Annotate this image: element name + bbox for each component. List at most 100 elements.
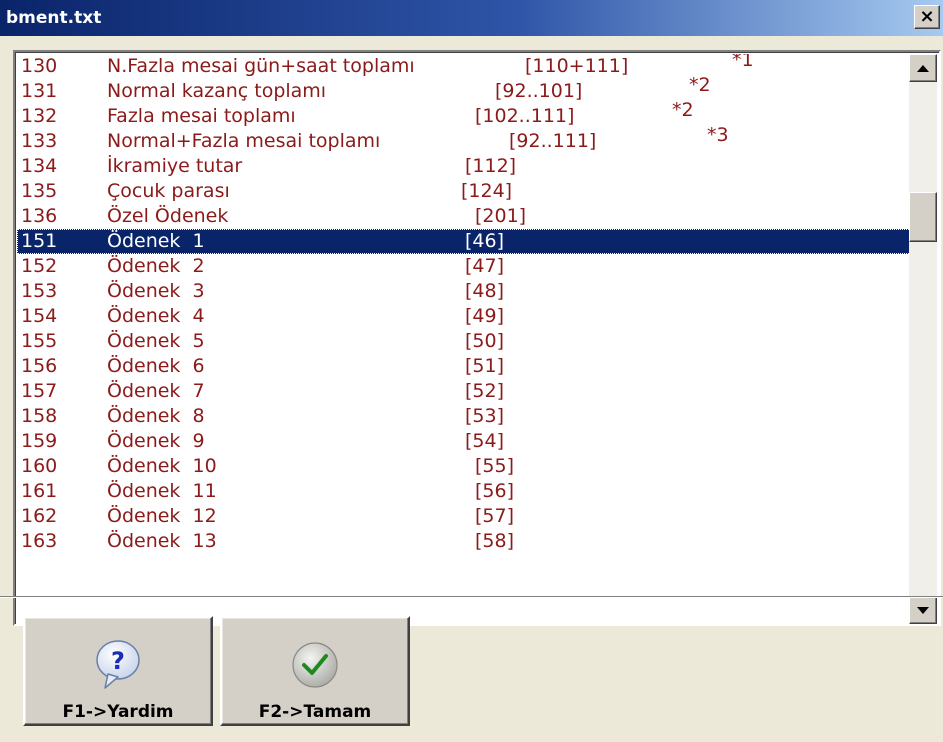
help-button-label: F1->Yardim xyxy=(62,702,174,722)
item-note: *3 xyxy=(707,124,729,146)
list-item[interactable]: 156 Ödenek 6 [51] xyxy=(17,354,911,379)
help-button[interactable]: ? F1->Yardim xyxy=(23,616,213,726)
item-code: 160 xyxy=(21,455,58,477)
ok-button[interactable]: F2->Tamam xyxy=(220,616,410,726)
close-icon: × xyxy=(919,6,935,27)
item-reference: [112] xyxy=(465,155,517,177)
item-code: 156 xyxy=(21,355,58,377)
divider xyxy=(0,596,943,598)
arrow-up-icon xyxy=(917,64,929,72)
item-reference: [46] xyxy=(465,230,505,252)
item-name: Ödenek 4 xyxy=(107,305,205,327)
item-note: *2 xyxy=(689,74,711,96)
item-reference: [58] xyxy=(475,530,515,552)
arrow-down-icon xyxy=(917,606,929,614)
checkmark-icon xyxy=(288,638,342,692)
item-code: 151 xyxy=(21,230,58,252)
list-item[interactable]: 158 Ödenek 8 [53] xyxy=(17,404,911,429)
item-code: 131 xyxy=(21,80,58,102)
title-bar: bment.txt × xyxy=(0,0,943,36)
item-note: *1 xyxy=(732,54,754,71)
scroll-down-button[interactable] xyxy=(909,596,937,624)
item-name: Ödenek 3 xyxy=(107,280,205,302)
svg-text:?: ? xyxy=(111,647,125,675)
list-item[interactable]: 163 Ödenek 13 [58] xyxy=(17,529,911,554)
item-code: 159 xyxy=(21,430,58,452)
item-code: 157 xyxy=(21,380,58,402)
item-reference: [92..111] xyxy=(509,130,597,152)
item-reference: [51] xyxy=(465,355,505,377)
item-name: İkramiye tutar xyxy=(107,155,243,177)
item-name: Çocuk parası xyxy=(107,180,230,202)
item-name: Normal+Fazla mesai toplamı xyxy=(107,130,381,152)
item-reference: [52] xyxy=(465,380,505,402)
item-name: Ödenek 1 xyxy=(107,230,205,252)
list-item[interactable]: 135 Çocuk parası [124] xyxy=(17,179,911,204)
list-item[interactable]: 151 Ödenek 1 [46] xyxy=(17,229,911,254)
list-item[interactable]: 159 Ödenek 9 [54] xyxy=(17,429,911,454)
list-item[interactable]: 161 Ödenek 11 [56] xyxy=(17,479,911,504)
item-code: 158 xyxy=(21,405,58,427)
item-reference: [102..111] xyxy=(475,105,575,127)
list-item[interactable]: 155 Ödenek 5 [50] xyxy=(17,329,911,354)
list-item[interactable]: 132 Fazla mesai toplamı [102..111] *2 xyxy=(17,99,911,129)
item-code: 161 xyxy=(21,480,58,502)
item-reference: [47] xyxy=(465,255,505,277)
item-code: 132 xyxy=(21,105,58,127)
item-code: 155 xyxy=(21,330,58,352)
help-bubble-icon: ? xyxy=(91,638,145,692)
item-code: 163 xyxy=(21,530,58,552)
item-name: Ödenek 6 xyxy=(107,355,205,377)
item-reference: [55] xyxy=(475,455,515,477)
item-name: Ödenek 7 xyxy=(107,380,205,402)
list-item[interactable]: 152 Ödenek 2 [47] xyxy=(17,254,911,279)
close-button[interactable]: × xyxy=(914,5,940,29)
item-code: 134 xyxy=(21,155,58,177)
scroll-thumb[interactable] xyxy=(909,192,937,242)
item-reference: [201] xyxy=(475,205,527,227)
item-note: *2 xyxy=(672,99,694,121)
item-name: Ödenek 5 xyxy=(107,330,205,352)
item-reference: [50] xyxy=(465,330,505,352)
item-code: 153 xyxy=(21,280,58,302)
item-code: 152 xyxy=(21,255,58,277)
list-item[interactable]: 162 Ödenek 12 [57] xyxy=(17,504,911,529)
list-rows: 130 N.Fazla mesai gün+saat toplamı [110+11… xyxy=(17,54,911,624)
ok-button-label: F2->Tamam xyxy=(258,702,372,722)
item-code: 162 xyxy=(21,505,58,527)
list-item[interactable]: 154 Ödenek 4 [49] xyxy=(17,304,911,329)
list-item[interactable]: 160 Ödenek 10 [55] xyxy=(17,454,911,479)
item-reference: [48] xyxy=(465,280,505,302)
item-name: Ödenek 8 xyxy=(107,405,205,427)
list-item[interactable]: 133 Normal+Fazla mesai toplamı [92..111] *3 xyxy=(17,124,911,154)
item-code: 135 xyxy=(21,180,58,202)
item-reference: [92..101] xyxy=(495,80,583,102)
list-item[interactable]: 134 İkramiye tutar [112] xyxy=(17,154,911,179)
list-item[interactable]: 131 Normal kazanç toplamı [92..101] *2 xyxy=(17,74,911,104)
item-name: N.Fazla mesai gün+saat toplamı xyxy=(107,55,415,77)
scroll-up-button[interactable] xyxy=(909,54,937,82)
item-name: Ödenek 9 xyxy=(107,430,205,452)
item-code: 154 xyxy=(21,305,58,327)
item-reference: [56] xyxy=(475,480,515,502)
list-item[interactable]: 130 N.Fazla mesai gün+saat toplamı [110+11… xyxy=(17,54,911,79)
item-reference: [124] xyxy=(461,180,513,202)
list-item[interactable]: 157 Ödenek 7 [52] xyxy=(17,379,911,404)
item-name: Ödenek 2 xyxy=(107,255,205,277)
item-reference: [49] xyxy=(465,305,505,327)
list-item[interactable]: 136 Özel Ödenek [201] xyxy=(17,204,911,229)
item-name: Ödenek 11 xyxy=(107,480,217,502)
item-name: Ödenek 13 xyxy=(107,530,217,552)
item-reference: [54] xyxy=(465,430,505,452)
item-name: Özel Ödenek xyxy=(107,205,229,227)
item-reference: [53] xyxy=(465,405,505,427)
window-title: bment.txt xyxy=(6,8,102,28)
items-listbox[interactable]: 130 N.Fazla mesai gün+saat toplamı [110+11… xyxy=(13,50,941,626)
item-reference: [57] xyxy=(475,505,515,527)
list-item[interactable]: 153 Ödenek 3 [48] xyxy=(17,279,911,304)
item-name: Ödenek 12 xyxy=(107,505,217,527)
item-code: 130 xyxy=(21,55,58,77)
item-name: Fazla mesai toplamı xyxy=(107,105,296,127)
vertical-scrollbar[interactable] xyxy=(909,54,937,624)
item-reference: [110+111] xyxy=(525,55,629,77)
